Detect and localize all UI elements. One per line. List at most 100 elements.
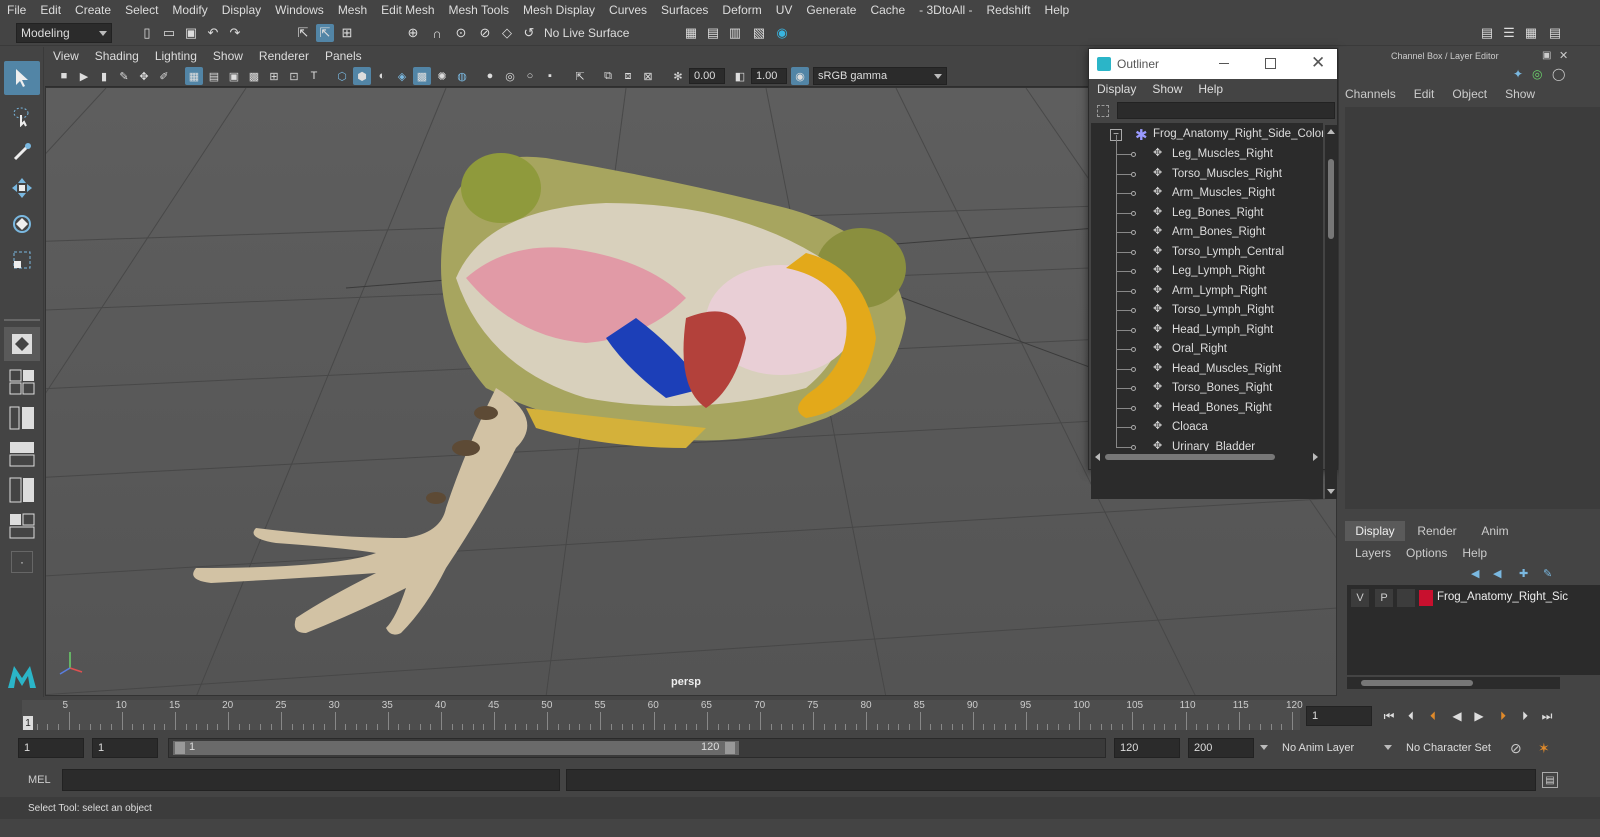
tree-item-row[interactable]: ✥ Arm_Lymph_Right <box>1091 271 1323 301</box>
cb-menu-show[interactable]: Show <box>1505 87 1535 101</box>
two-d-pan-icon[interactable]: ✥ <box>135 67 153 85</box>
persp-outliner-layout-icon[interactable] <box>4 401 40 435</box>
paint-select-tool-icon[interactable] <box>4 135 40 169</box>
float-panel-icon[interactable]: ▣ <box>1542 50 1551 61</box>
menu-redshift[interactable]: Redshift <box>980 3 1038 17</box>
layer-name[interactable]: Frog_Anatomy_Right_Sic <box>1437 591 1568 603</box>
current-frame-field[interactable]: 1 <box>1306 706 1372 726</box>
attribute-editor-icon[interactable]: ☰ <box>1500 24 1518 42</box>
tree-item-row[interactable]: ✥ Torso_Muscles_Right <box>1091 154 1323 184</box>
viewport-menu-view[interactable]: View <box>45 49 87 63</box>
scroll-left-icon[interactable] <box>1095 453 1100 461</box>
layer-playback-toggle[interactable]: P <box>1375 589 1393 607</box>
outliner-hscroll[interactable] <box>1091 451 1323 463</box>
tree-item-row[interactable]: ✥ Head_Muscles_Right <box>1091 349 1323 379</box>
field-chart-icon[interactable]: ⊞ <box>265 67 283 85</box>
redo-icon[interactable]: ↷ <box>226 24 244 42</box>
outliner-search-input[interactable] <box>1117 102 1335 119</box>
shadows-icon[interactable]: ◍ <box>453 67 471 85</box>
close-panel-icon[interactable]: ✕ <box>1559 49 1568 62</box>
menu-3dtoall[interactable]: - 3DtoAll - <box>912 3 979 17</box>
motion-blur-icon[interactable]: ◎ <box>501 67 519 85</box>
use-all-lights-icon[interactable]: ✺ <box>433 67 451 85</box>
grid-toggle-icon[interactable]: ▦ <box>185 67 203 85</box>
hscroll-thumb[interactable] <box>1105 454 1275 460</box>
hypershade-icon[interactable]: ◉ <box>773 24 791 42</box>
move-layer-down-icon[interactable]: ◀ <box>1493 567 1501 580</box>
layer-visibility-toggle[interactable]: V <box>1351 589 1369 607</box>
playback-start-field[interactable]: 1 <box>92 738 158 758</box>
script-editor-icon[interactable]: ▤ <box>1542 772 1558 788</box>
scene-end-field[interactable]: 200 <box>1188 738 1254 758</box>
viewport-menu-show[interactable]: Show <box>205 49 251 63</box>
menu-curves[interactable]: Curves <box>602 3 654 17</box>
tree-item-row[interactable]: ✥ Head_Lymph_Right <box>1091 310 1323 340</box>
character-set-dropdown[interactable]: No Character Set <box>1384 738 1508 758</box>
layer-menu-options[interactable]: Options <box>1406 546 1447 560</box>
tool-settings-icon[interactable]: ▦ <box>1522 24 1540 42</box>
menu-display[interactable]: Display <box>215 3 268 17</box>
undo-icon[interactable]: ↶ <box>204 24 222 42</box>
menu-surfaces[interactable]: Surfaces <box>654 3 715 17</box>
xray-components-icon[interactable]: ⊠ <box>639 67 657 85</box>
channel-box-mode-icon[interactable]: ✦ <box>1513 67 1523 81</box>
persp-graph-layout-icon[interactable] <box>4 437 40 471</box>
channel-box-list-icon[interactable]: ◯ <box>1552 67 1565 81</box>
step-back-frame-icon[interactable]: ⏴ <box>1402 708 1420 724</box>
maximize-icon[interactable] <box>1265 58 1276 69</box>
menu-generate[interactable]: Generate <box>799 3 863 17</box>
depth-of-field-icon[interactable]: ▪ <box>541 67 559 85</box>
layer-color-swatch[interactable] <box>1419 590 1433 606</box>
scroll-up-icon[interactable] <box>1327 129 1335 134</box>
range-start-handle[interactable] <box>175 742 185 754</box>
select-component-icon[interactable]: ⊞ <box>338 24 356 42</box>
render-frame-icon[interactable]: ▤ <box>704 24 722 42</box>
scroll-down-icon[interactable] <box>1327 489 1335 494</box>
outliner-menu-show[interactable]: Show <box>1144 82 1190 96</box>
cb-menu-edit[interactable]: Edit <box>1414 87 1435 101</box>
single-perspective-layout-icon[interactable] <box>4 327 40 361</box>
tree-item-row[interactable]: ✥ Torso_Lymph_Central <box>1091 232 1323 262</box>
gamma-icon[interactable]: ◧ <box>731 67 749 85</box>
viewport-menu-lighting[interactable]: Lighting <box>147 49 205 63</box>
snap-point-icon[interactable]: ⊙ <box>452 24 470 42</box>
cb-menu-object[interactable]: Object <box>1452 87 1487 101</box>
snap-grid-icon[interactable]: ⊕ <box>404 24 422 42</box>
step-forward-key-icon[interactable]: ⏵ <box>1494 708 1512 724</box>
time-ruler[interactable]: 5 10 15 20 25 30 35 40 45 50 55 60 65 70 75 80 85 90 95 100… <box>22 700 1303 730</box>
color-management-icon[interactable]: ◉ <box>791 67 809 85</box>
playback-end-field[interactable]: 120 <box>1114 738 1180 758</box>
viewport-menu-shading[interactable]: Shading <box>87 49 147 63</box>
save-scene-icon[interactable]: ▣ <box>182 24 200 42</box>
menu-uv[interactable]: UV <box>769 3 800 17</box>
go-to-end-icon[interactable]: ⏭ <box>1538 708 1556 724</box>
channel-box-sync-icon[interactable]: ◎ <box>1532 67 1542 81</box>
modeling-toolkit-icon[interactable]: ▤ <box>1478 24 1496 42</box>
tree-item-row[interactable]: ✥ Leg_Lymph_Right <box>1091 252 1323 281</box>
exposure-field[interactable]: 0.00 <box>689 68 725 84</box>
tab-anim[interactable]: Anim <box>1465 521 1525 541</box>
snap-surface-icon[interactable]: ◇ <box>498 24 516 42</box>
range-end-handle[interactable] <box>725 742 735 754</box>
smooth-shade-icon[interactable]: ⬢ <box>353 67 371 85</box>
default-material-icon[interactable]: ◈ <box>393 67 411 85</box>
select-tool-icon[interactable] <box>4 61 40 95</box>
rotate-tool-icon[interactable] <box>4 207 40 241</box>
layout-menu-icon[interactable]: · <box>4 545 40 579</box>
select-object-icon[interactable]: ⇱ <box>316 24 334 42</box>
menu-deform[interactable]: Deform <box>715 3 768 17</box>
tree-item-row[interactable]: ✥ Head_Bones_Right <box>1091 388 1323 418</box>
tree-item-row[interactable]: ✥ Torso_Lymph_Right <box>1091 291 1323 320</box>
step-forward-frame-icon[interactable]: ⏵ <box>1516 708 1534 724</box>
menu-mesh[interactable]: Mesh <box>331 3 374 17</box>
tree-item-row[interactable]: ✥ Cloaca <box>1091 408 1323 437</box>
four-view-layout-icon[interactable] <box>4 365 40 399</box>
tab-display[interactable]: Display <box>1345 521 1405 541</box>
snap-vertex-icon[interactable]: ↺ <box>520 24 538 42</box>
live-surface-field[interactable]: No Live Surface <box>540 23 636 43</box>
xray-joints-icon[interactable]: ⧈ <box>619 67 637 85</box>
grease-pencil-icon[interactable]: ✐ <box>155 67 173 85</box>
textured-icon[interactable]: ▩ <box>413 67 431 85</box>
open-scene-icon[interactable]: ▭ <box>160 24 178 42</box>
gamma-field[interactable]: 1.00 <box>751 68 787 84</box>
